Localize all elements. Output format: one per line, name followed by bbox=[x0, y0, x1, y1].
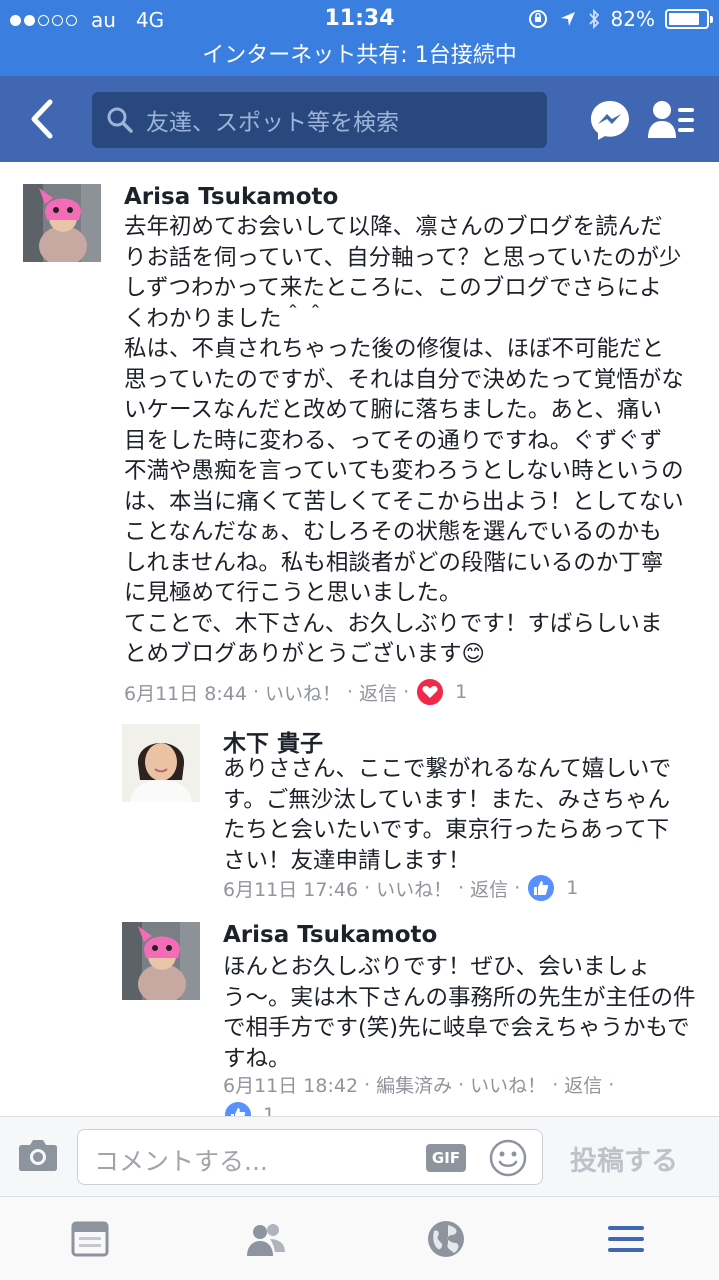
reply-comment: Arisa Tsukamoto ほんとお久しぶりです！ぜひ、会いましょう〜。実は… bbox=[0, 920, 719, 1116]
comment-meta: 6月11日 17:46 · いいね！ · 返信 · 1 bbox=[223, 873, 584, 903]
search-placeholder: 友達、スポット等を検索 bbox=[146, 110, 399, 136]
location-icon bbox=[560, 12, 575, 26]
avatar[interactable] bbox=[122, 724, 200, 802]
rotation-lock-icon bbox=[528, 10, 547, 28]
bottom-tab-bar bbox=[0, 1196, 719, 1280]
comment-date[interactable]: 6月11日 18:42 bbox=[223, 1071, 358, 1098]
commenter-name[interactable]: Arisa Tsukamoto bbox=[124, 184, 338, 210]
comment-date[interactable]: 6月11日 17:46 bbox=[223, 875, 358, 902]
menu-icon[interactable] bbox=[606, 1219, 646, 1259]
commenter-name[interactable]: Arisa Tsukamoto bbox=[223, 922, 437, 948]
comment-composer: コメントする... GIF 投稿する bbox=[0, 1116, 719, 1196]
gif-button[interactable]: GIF bbox=[426, 1144, 466, 1172]
comment-text: 去年初めてお会いして以降、凛さんのブログを読んだりお話を伺っていて、自分軸って？… bbox=[124, 214, 684, 667]
friend-requests-icon[interactable] bbox=[648, 98, 696, 142]
battery-icon bbox=[665, 9, 713, 29]
reply-link[interactable]: 返信 bbox=[359, 679, 397, 706]
top-nav-bar: 友達、スポット等を検索 bbox=[0, 76, 719, 162]
like-link[interactable]: いいね！ bbox=[470, 1071, 546, 1098]
comment-text: ほんとお久しぶりです！ぜひ、会いましょう〜。実は木下さんの事務所の先生が主任の件… bbox=[223, 954, 696, 1072]
sticker-icon[interactable] bbox=[488, 1138, 528, 1178]
comment-date[interactable]: 6月11日 8:44 bbox=[124, 679, 247, 706]
battery-percent: 82% bbox=[610, 7, 655, 31]
hotspot-banner[interactable]: インターネット共有: 1台接続中 bbox=[0, 40, 719, 76]
reply-link[interactable]: 返信 bbox=[564, 1071, 602, 1098]
comment: Arisa Tsukamoto 去年初めてお会いして以降、凛さんのブログを読んだ… bbox=[0, 162, 719, 707]
reaction-count: 1 bbox=[455, 681, 468, 703]
avatar[interactable] bbox=[23, 184, 101, 262]
like-reaction-icon[interactable] bbox=[526, 873, 557, 903]
like-reaction-icon[interactable] bbox=[223, 1100, 253, 1116]
comment-thread: Arisa Tsukamoto 去年初めてお会いして以降、凛さんのブログを読んだ… bbox=[0, 162, 719, 1116]
comment-placeholder: コメントする... bbox=[94, 1147, 268, 1176]
comment-text: ありささん、ここで繋がれるなんて嬉しいです。ご無沙汰しています！また、みさちゃん… bbox=[223, 756, 672, 874]
reaction-count: 1 bbox=[263, 1104, 276, 1116]
comment-meta: 6月11日 8:44 · いいね！ · 返信 · 1 bbox=[124, 677, 473, 707]
search-icon bbox=[107, 107, 133, 133]
search-input[interactable]: 友達、スポット等を検索 bbox=[92, 92, 547, 148]
comment-reactions: 1 bbox=[223, 1100, 281, 1116]
reply-link[interactable]: 返信 bbox=[470, 875, 508, 902]
post-button[interactable]: 投稿する bbox=[570, 1139, 678, 1178]
reaction-count: 1 bbox=[566, 877, 579, 899]
news-feed-icon[interactable] bbox=[70, 1219, 110, 1259]
back-arrow-icon[interactable] bbox=[22, 96, 62, 142]
bluetooth-icon bbox=[588, 8, 599, 30]
edited-label[interactable]: 編集済み bbox=[376, 1071, 452, 1098]
like-link[interactable]: いいね！ bbox=[265, 679, 341, 706]
comment-meta: 6月11日 18:42 · 編集済み · いいね！ · 返信 · bbox=[223, 1071, 620, 1098]
reply-comment: 木下 貴子 ありささん、ここで繋がれるなんて嬉しいです。ご無沙汰しています！また… bbox=[0, 722, 719, 903]
globe-icon[interactable] bbox=[426, 1219, 466, 1259]
status-bar: au 4G 11:34 82% bbox=[0, 0, 719, 40]
friends-icon[interactable] bbox=[246, 1219, 286, 1259]
comment-input[interactable]: コメントする... GIF bbox=[77, 1129, 543, 1185]
messenger-icon[interactable] bbox=[588, 98, 632, 142]
commenter-name[interactable]: 木下 貴子 bbox=[223, 724, 323, 758]
camera-icon[interactable] bbox=[18, 1137, 58, 1173]
heart-reaction-icon[interactable] bbox=[415, 677, 446, 707]
avatar[interactable] bbox=[122, 922, 200, 1000]
like-link[interactable]: いいね！ bbox=[376, 875, 452, 902]
status-right: 82% bbox=[527, 7, 713, 31]
